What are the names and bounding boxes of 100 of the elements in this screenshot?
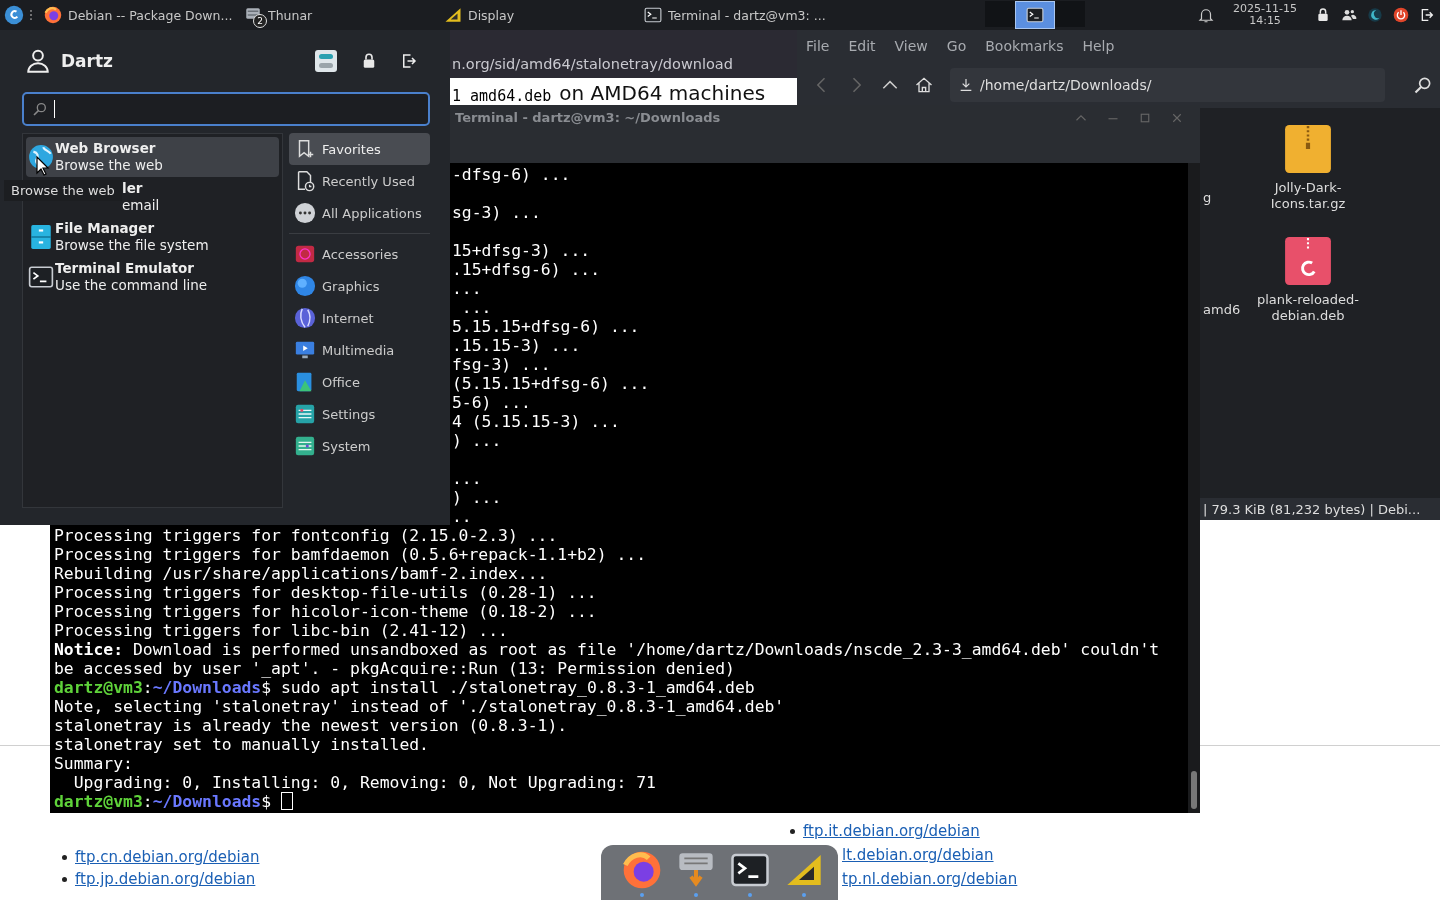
task-label: Thunar [268, 7, 313, 23]
mirror-link[interactable]: ftp.it.debian.org/debian [803, 822, 980, 840]
terminal-icon [28, 264, 54, 290]
fox-globe-icon[interactable] [622, 850, 662, 890]
menu-item[interactable]: View [894, 38, 928, 54]
terminal-line: ... [460, 298, 492, 317]
terminal-line: .15.15-3) ... [452, 336, 581, 355]
menu-item[interactable]: Help [1082, 38, 1115, 54]
workspace[interactable] [985, 1, 1016, 27]
location-field[interactable]: /home/dartz/Downloads/ [950, 68, 1385, 102]
terminal-line: ... [452, 469, 482, 488]
tooltip: Browse the web [4, 180, 122, 201]
workspace-switcher[interactable] [985, 1, 1086, 29]
running-indicator [694, 893, 698, 897]
category-item[interactable]: Accessories [289, 238, 430, 270]
logout-icon[interactable] [1419, 7, 1435, 23]
file-cabinet-icon [28, 224, 54, 250]
package-icon[interactable] [1283, 236, 1333, 286]
category-item[interactable]: Graphics [289, 270, 430, 302]
terminal-line: ) ... [452, 431, 502, 450]
mirror-link[interactable]: tp.nl.debian.org/debian [842, 870, 1018, 888]
dots-icon [294, 202, 316, 224]
archive-icon[interactable] [1283, 124, 1333, 174]
menu-item[interactable]: Go [946, 38, 967, 54]
workspace[interactable] [1015, 1, 1056, 29]
search-icon [32, 101, 48, 117]
task-label: Display [468, 7, 515, 23]
sliders-icon [294, 435, 316, 457]
logout-icon[interactable] [400, 52, 418, 70]
menu-item[interactable]: Bookmarks [985, 38, 1064, 54]
mirror-link[interactable]: ftp.jp.debian.org/debian [75, 870, 256, 888]
menu-item[interactable]: File [806, 38, 830, 54]
app-name: Terminal Emulator [55, 260, 195, 277]
sliders-icon [294, 403, 316, 425]
terminal-line: Rebuilding /usr/share/applications/bamf-2.index... [54, 564, 548, 583]
download-icon [958, 77, 974, 93]
moon-icon[interactable] [1367, 7, 1383, 23]
running-indicator [640, 893, 644, 897]
toggle-switches-icon[interactable] [314, 49, 338, 73]
terminal-line: (5.15.15+dfsg-6) ... [452, 374, 650, 393]
app-name: File Manager [55, 220, 156, 237]
terminal-line: Upgrading: 0, Installing: 0, Removing: 0, Not Upgrading: 71 [72, 773, 656, 792]
app-item[interactable]: Terminal Emulator Use the command line [26, 257, 279, 297]
file-name: amd6 [1203, 302, 1241, 317]
terminal-line: Summary: [54, 754, 133, 773]
url-text[interactable]: n.org/sid/amd64/stalonetray/download [452, 54, 733, 74]
category-item[interactable]: System [289, 430, 430, 462]
cursor [281, 792, 293, 810]
terminal-line: -dfsg-6) ... [452, 165, 571, 184]
bell-icon[interactable] [1197, 6, 1216, 24]
running-indicator [802, 893, 806, 897]
file-name[interactable]: Jolly-Dark-Icons.tar.gz [1253, 180, 1363, 212]
category-item[interactable]: All Applications [289, 197, 430, 229]
terminal-line: stalonetray set to manually installed. [54, 735, 429, 754]
category-item[interactable]: Multimedia [289, 334, 430, 366]
swirl-logo-icon[interactable] [4, 5, 24, 25]
category-item[interactable]: Settings [289, 398, 430, 430]
home-icon[interactable] [914, 75, 934, 95]
lock-icon[interactable] [1315, 7, 1331, 23]
bullet [62, 854, 67, 860]
app-item[interactable]: File Manager Browse the file system [26, 217, 279, 257]
app-description: Browse the web [55, 157, 163, 174]
taskbar-button[interactable]: Terminal - dartz@vm3: ... [644, 6, 844, 24]
app-item[interactable]: Web Browser Browse the web [26, 137, 279, 177]
globe-icon [294, 307, 316, 329]
terminal-line: Processing triggers for desktop-file-utils (0.28-1) ... [54, 583, 597, 602]
search-icon[interactable] [1413, 75, 1433, 95]
terminal-line: .15+dfsg-6) ... [452, 260, 601, 279]
fox-globe-icon [44, 6, 62, 24]
category-item[interactable]: Favorites [289, 133, 430, 165]
taskbar-button[interactable]: Display [444, 6, 644, 24]
file-name: g [1203, 190, 1212, 205]
power-icon[interactable] [1393, 7, 1409, 23]
category-item[interactable]: Office [289, 366, 430, 398]
terminal-line: Note, selecting 'stalonetray' instead of './stalonetray_0.8.3-1_amd64.deb' [54, 697, 785, 716]
search-field[interactable] [22, 92, 430, 126]
menu-item[interactable]: Edit [848, 38, 876, 54]
file-name[interactable]: plank-reloaded-debian.deb [1253, 292, 1363, 324]
terminal-line: dartz@vm3:~/Downloads$ sudo apt install ./stalonetray_0.8.3-1_amd64.deb [54, 678, 755, 697]
monitor-icon [294, 339, 316, 361]
app-description: Use the command line [55, 277, 207, 294]
window-title: Terminal - dartz@vm3: ~/Downloads [455, 110, 721, 125]
category-item[interactable]: Recently Used [289, 165, 430, 197]
user-icon [25, 48, 51, 74]
clock[interactable]: 2025-11-15 14:15 [1233, 3, 1297, 27]
terminal-line: 15+dfsg-3) ... [452, 241, 591, 260]
task-label: Debian -- Package Down... [68, 7, 233, 23]
taskbar-button[interactable]: Debian -- Package Down... [44, 6, 244, 24]
terminal-line: .. [452, 507, 472, 526]
mirror-link[interactable]: ftp.cn.debian.org/debian [75, 848, 260, 866]
terminal-line: 4 (5.15.15-3) ... [452, 412, 620, 431]
app-name: ler [122, 180, 144, 197]
heading-text: on AMD64 machines [559, 81, 766, 105]
category-item[interactable]: Internet [289, 302, 430, 334]
terminal-line: be accessed by user '_apt'. - pkgAcquire::Run (13: Permission denied) [54, 659, 735, 678]
sphere-icon [294, 275, 316, 297]
people-icon[interactable] [1341, 7, 1357, 23]
mirror-link[interactable]: lt.debian.org/debian [842, 846, 994, 864]
scrollbar[interactable] [1188, 163, 1200, 813]
terminal-line: Notice: Download is performed unsandboxed as root as file '/home/dartz/Downloads/nscde_2.3-3_amd64.deb' couldn't [54, 640, 1160, 659]
